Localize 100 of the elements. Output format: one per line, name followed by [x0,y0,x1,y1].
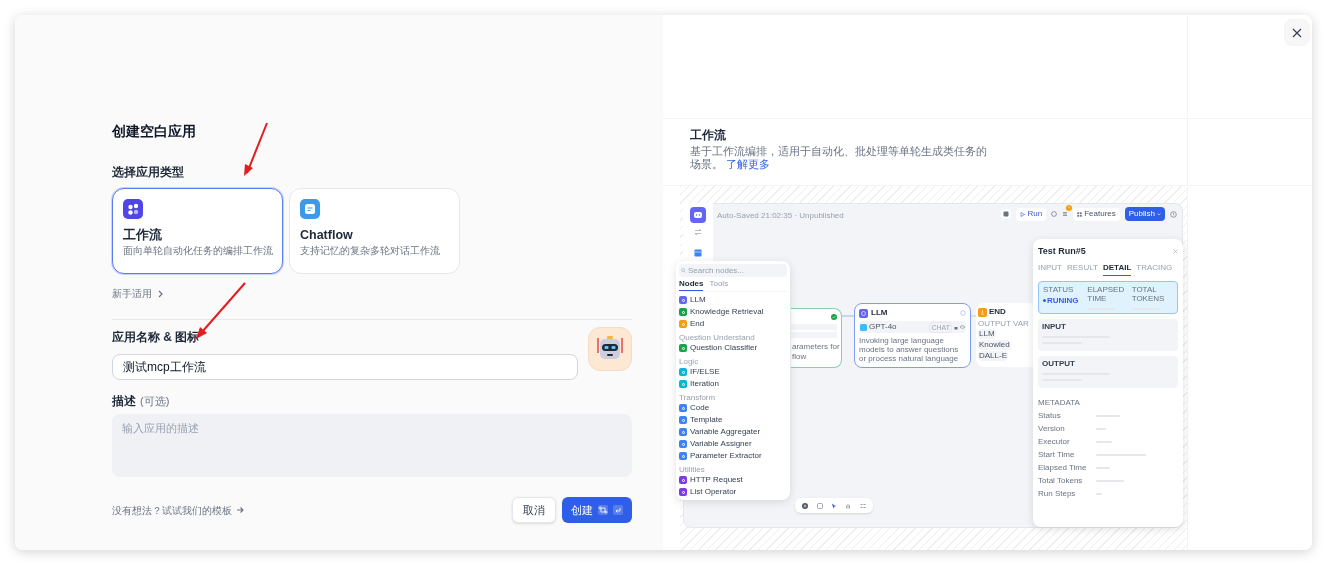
field-label: 应用名称 & 图标 [112,330,200,344]
node-type-item[interactable]: Parameter Extractor [679,450,762,462]
model-icon [860,323,867,331]
field-label: 描述 [112,394,136,408]
app-type-name: 工作流 [123,227,162,243]
clock-icon [1051,211,1058,217]
publish-button[interactable]: Publish [1124,207,1165,221]
chevron-right-icon [156,290,164,298]
node-type-item[interactable]: IF/ELSE [679,366,720,378]
node-type-item[interactable]: List Operator [679,486,737,498]
stat-label: STATUS [1043,284,1074,294]
group-heading: Logic [679,356,699,366]
output-variable: Knowled [978,340,1011,350]
metadata-label: Executor [1038,436,1071,447]
node-type-item[interactable]: Variable Assigner [679,438,752,450]
node-type-item[interactable]: Question Classifier [679,342,758,354]
command-key-icon [598,505,608,515]
metadata-label: Version [1038,423,1066,434]
cancel-button[interactable]: 取消 [512,497,556,523]
metadata-label: Run Steps [1038,488,1077,499]
node-type-item[interactable]: End [679,318,705,330]
node-description: Invoking large language models to answer questions or process natural language [859,336,960,363]
layout-icon [859,502,866,509]
plus-icon [802,502,809,509]
card-label: INPUT [1042,321,1066,332]
preview-title: 工作流 [690,127,726,143]
status-value: RUNING [1043,295,1079,305]
app-type-description: 支持记忆的复杂多轮对话工作流 [300,244,440,258]
node-type-item[interactable]: Knowledge Retrieval [679,306,764,318]
node-type-item[interactable]: Template [679,414,723,426]
features-icon [1077,211,1083,217]
app-type-card[interactable]: 工作流 面向单轮自动化任务的编排工作流 [112,188,283,274]
node-title: LLM [871,308,888,318]
checklist-icon [1062,211,1069,217]
template-link[interactable]: 没有想法？试试我们的模板 [112,502,232,518]
app-icon-button[interactable] [588,327,632,371]
node-type-item[interactable]: Code [679,402,710,414]
metadata-label: Start Time [1038,449,1076,460]
check-circle-icon [831,314,837,320]
group-heading: Utilities [679,464,705,474]
panel-tab[interactable]: Nodes [679,279,704,291]
panel-icon [694,249,702,257]
node-type-item[interactable]: Iteration [679,378,719,390]
close-icon [1292,27,1302,38]
metadata-label: Total Tokens [1038,475,1084,486]
model-name: GPT-4o [869,321,897,333]
section-label: 选择应用类型 [112,164,184,180]
chat-icon [300,199,320,219]
grid-icon [1001,209,1012,219]
annotation-arrow [242,121,270,178]
arrow-right-icon [236,506,245,514]
variable-row [791,324,837,330]
pointer-icon [830,502,837,509]
search-field[interactable]: Search nodes... [679,264,787,277]
learn-more-link[interactable]: 了解更多 [725,158,770,170]
node-type-item[interactable]: LLM [679,294,706,306]
stat-label: TOTAL TOKENS [1131,284,1166,303]
close-icon [1173,249,1178,255]
swap-icon [694,228,702,236]
app-type-card[interactable]: Chatflow 支持记忆的复杂多轮对话工作流 [289,188,460,274]
llm-icon [859,308,868,318]
node-type-item[interactable]: Variable Aggregater [679,426,761,438]
search-icon [681,268,686,273]
output-variable: DALL-E [978,351,1008,361]
node-text: flow [792,352,807,362]
close-button[interactable] [1284,19,1310,46]
warning-badge-icon [1066,205,1073,211]
card-label: OUTPUT [1042,358,1075,369]
eye-icon [960,325,965,329]
history-icon [1170,210,1177,218]
description-field[interactable]: 输入应用的描述 [112,414,632,477]
output-label: OUTPUT VAR [978,319,1029,328]
nodes-icon [123,199,143,219]
variable-row [791,332,837,338]
enter-key-icon [613,505,623,515]
group-heading: Question Understand [679,332,755,342]
loading-icon [960,310,966,316]
app-name-field[interactable]: 测试mcp工作流 [112,354,578,380]
metadata-label: Status [1038,410,1062,421]
app-type-name: Chatflow [300,227,353,243]
panel-tab[interactable]: DETAIL [1102,262,1132,276]
robot-icon [690,207,706,223]
node-type-item[interactable]: HTTP Request [679,474,743,486]
optional-label: (可选) [140,394,170,408]
beginner-link[interactable]: 新手适用 [112,286,152,302]
group-heading: Transform [679,392,716,402]
chevron-down-icon [1157,212,1161,216]
app-type-description: 面向单轮自动化任务的编排工作流 [123,244,273,258]
dialog-title: 创建空白应用 [112,122,196,141]
create-button[interactable]: 创建 [562,497,632,523]
node-text: arameters for [792,342,840,352]
metadata-label: Elapsed Time [1038,462,1088,473]
output-variable: LLM [978,329,996,339]
note-icon [816,502,823,509]
section-label: METADATA [1038,397,1080,408]
save-status: Auto-Saved 21:02:35 · Unpublished [717,210,844,222]
play-icon [1020,211,1026,217]
stat-label: ELAPSED TIME [1087,284,1126,303]
preview-description: 基于工作流编排，适用于自动化、批处理等单轮生成类任务的场景。 了解更多 [690,145,988,171]
node-title: END [989,307,1006,317]
